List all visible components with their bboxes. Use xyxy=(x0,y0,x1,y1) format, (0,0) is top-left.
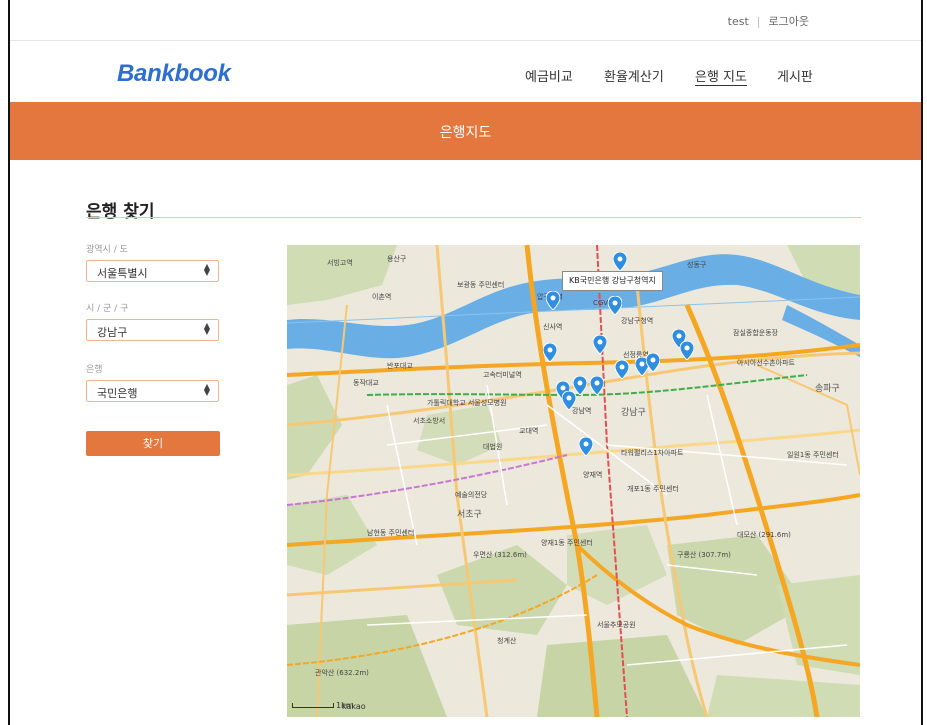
utility-separator: | xyxy=(756,15,761,28)
map-label: 송파구 xyxy=(815,383,840,394)
logout-link[interactable]: 로그아웃 xyxy=(769,15,809,28)
map-label: 교대역 xyxy=(519,426,538,435)
map-label: 반포대교 xyxy=(387,361,413,370)
map-label: 고속터미널역 xyxy=(483,370,522,379)
select-arrows-icon: ▲ ▼ xyxy=(203,262,210,277)
find-button[interactable]: 찾기 xyxy=(86,431,220,456)
select-arrows-icon: ▲ ▼ xyxy=(203,321,210,336)
bank-location-pin-icon[interactable] xyxy=(615,360,629,379)
utility-bar: test | 로그아웃 xyxy=(10,0,921,41)
bank-label: 은행 xyxy=(86,365,103,375)
map-label: 성동구 xyxy=(687,260,707,269)
map-label: 서초구 xyxy=(457,509,482,520)
map-label: 서울추모공원 xyxy=(597,620,636,629)
map-canvas[interactable]: 용산구 보광동 주민센터 이촌역 서빙고역 반포대교 성동구 CGV 압구정역 … xyxy=(287,245,860,717)
province-label: 광역시 / 도 xyxy=(86,245,128,255)
bank-map[interactable]: 용산구 보광동 주민센터 이촌역 서빙고역 반포대교 성동구 CGV 압구정역 … xyxy=(287,245,860,717)
section-divider xyxy=(86,217,861,218)
map-label: 관악산 (632.2m) xyxy=(315,668,369,677)
scale-label: 1km xyxy=(336,701,354,710)
bank-location-pin-icon[interactable] xyxy=(543,343,557,362)
bank-location-pin-icon[interactable] xyxy=(579,437,593,456)
map-label: 개포1동 주민센터 xyxy=(627,484,679,493)
section-title: 은행 찾기 xyxy=(86,202,155,222)
map-label: 용산구 xyxy=(387,254,407,263)
district-value: 강남구 xyxy=(97,326,128,339)
map-label: 우면산 (312.6m) xyxy=(473,550,527,559)
bank-location-pin-icon[interactable] xyxy=(680,341,694,360)
district-select[interactable]: 강남구 ▲ ▼ xyxy=(86,319,219,341)
bank-location-pin-icon[interactable] xyxy=(608,296,622,315)
map-label: 서빙고역 xyxy=(327,258,353,267)
user-link[interactable]: test xyxy=(728,15,749,28)
map-label: 보광동 주민센터 xyxy=(457,280,504,289)
bank-select[interactable]: 국민은행 ▲ ▼ xyxy=(86,380,219,402)
map-label: 양재역 xyxy=(583,470,602,479)
map-label: 남현동 주민센터 xyxy=(367,528,414,537)
utility-links: test | 로그아웃 xyxy=(728,13,809,29)
province-value: 서울특별시 xyxy=(97,267,148,280)
map-label: CGV xyxy=(593,299,608,307)
district-label: 시 / 군 / 구 xyxy=(86,304,129,314)
select-arrows-icon: ▲ ▼ xyxy=(203,382,210,397)
map-label: 아시아선수촌아파트 xyxy=(737,358,796,367)
nav-bank-map[interactable]: 은행 지도 xyxy=(695,66,747,85)
map-label: 강남구 xyxy=(621,407,646,418)
map-label: 대법원 xyxy=(483,442,502,451)
map-label: 잠실종합운동장 xyxy=(733,328,779,337)
bank-location-pin-icon[interactable] xyxy=(590,376,604,395)
map-label: 서초소방서 xyxy=(413,416,445,425)
bank-value: 국민은행 xyxy=(97,387,138,400)
nav-exchange-calculator[interactable]: 환율계산기 xyxy=(604,66,664,85)
nav-deposit-compare[interactable]: 예금비교 xyxy=(525,66,573,85)
map-label: 신사역 xyxy=(543,322,562,331)
bank-location-pin-icon[interactable] xyxy=(562,391,576,410)
map-label: 이촌역 xyxy=(372,292,391,301)
map-tooltip: KB국민은행 강남구청역지 xyxy=(562,271,663,291)
map-label: 예술의전당 xyxy=(455,490,488,499)
map-scale: 1km xyxy=(292,701,354,710)
window-right-border xyxy=(921,0,923,725)
map-label: 대모산 (291.6m) xyxy=(737,530,791,539)
banner-title: 은행지도 xyxy=(439,125,492,141)
map-label: 강남구청역 xyxy=(621,316,653,325)
bank-location-pin-icon[interactable] xyxy=(593,335,607,354)
scale-bar xyxy=(292,703,334,708)
map-label: 동작대교 xyxy=(353,378,379,387)
nav-board[interactable]: 게시판 xyxy=(777,66,813,85)
map-label: 구룡산 (307.7m) xyxy=(677,550,731,559)
map-label: 가톨릭대학교 서울성모병원 xyxy=(427,398,507,407)
bank-location-pin-icon[interactable] xyxy=(546,291,560,310)
map-label: 타워팰리스1차아파트 xyxy=(621,448,684,457)
bank-location-pin-icon[interactable] xyxy=(646,353,660,372)
map-label: 양재1동 주민센터 xyxy=(541,538,593,547)
page-banner: 은행지도 xyxy=(10,102,921,160)
province-select[interactable]: 서울특별시 ▲ ▼ xyxy=(86,260,219,282)
map-label: 일원1동 주민센터 xyxy=(787,450,839,459)
site-logo[interactable]: Bankbook xyxy=(117,60,231,88)
bank-location-pin-icon[interactable] xyxy=(613,252,627,271)
map-label: 청계산 xyxy=(497,636,517,645)
